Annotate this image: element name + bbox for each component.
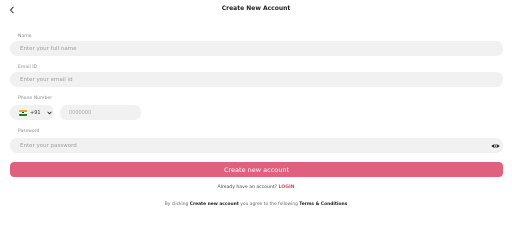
email-label: Email ID [18, 65, 38, 70]
terms-middle: you agree to the following [240, 202, 298, 207]
name-input[interactable] [10, 41, 503, 56]
password-input[interactable] [10, 138, 503, 153]
create-account-button[interactable]: Create new account [10, 162, 503, 177]
terms-prefix: By clicking [164, 202, 189, 207]
login-prompt-text: Already have an account? [217, 185, 278, 190]
page-title: Create New Account [221, 5, 291, 12]
name-label: Name [18, 34, 32, 39]
terms-notice: By clicking Create new account you agree… [0, 202, 512, 207]
phone-input[interactable] [60, 105, 141, 120]
toggle-password-visibility-button[interactable] [490, 142, 500, 150]
email-input[interactable] [10, 72, 503, 87]
eye-icon [491, 144, 499, 148]
header: Create New Account [0, 0, 512, 20]
country-code-select[interactable]: +91 [10, 105, 54, 120]
password-label: Password [18, 129, 40, 134]
phone-label: Phone Number [18, 96, 53, 101]
india-flag-icon [19, 109, 27, 116]
login-link[interactable]: LOGIN [279, 185, 295, 190]
terms-action-text: Create new account [189, 202, 239, 207]
dial-code: +91 [30, 109, 41, 116]
login-prompt: Already have an account? LOGIN [0, 185, 512, 190]
create-account-page: Create New Account Name Email ID Phone N… [0, 0, 512, 246]
terms-conditions-link[interactable]: Terms & Conditions [299, 202, 347, 207]
chevron-down-icon [46, 110, 52, 115]
